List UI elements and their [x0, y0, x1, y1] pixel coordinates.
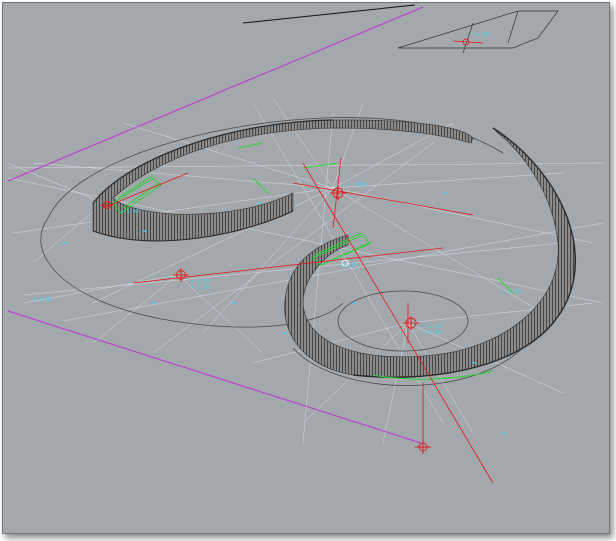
svg-text:+ 2.00: + 2.00 [338, 263, 356, 269]
svg-text:+ 0.00: + 0.00 [423, 330, 441, 336]
svg-text:+ 3.00: + 3.00 [348, 182, 366, 188]
cad-viewport-window: + 4.20 + 3.00 + 0.50 + 1.50 + 2.25 + 0.0… [2, 2, 610, 534]
svg-text:+ 0.00: + 0.00 [33, 297, 51, 303]
svg-text:+ 1.00: + 1.00 [121, 209, 139, 215]
svg-text:+ 1.80: + 1.80 [503, 289, 521, 295]
svg-text:+ 4.20: + 4.20 [471, 32, 489, 38]
north-marker [452, 38, 484, 46]
svg-text:+ 1.50: + 1.50 [191, 285, 209, 291]
3d-model-viewport[interactable]: + 4.20 + 3.00 + 0.50 + 1.50 + 2.25 + 0.0… [3, 3, 609, 533]
axis-black [242, 4, 416, 24]
site-outline [40, 117, 524, 386]
